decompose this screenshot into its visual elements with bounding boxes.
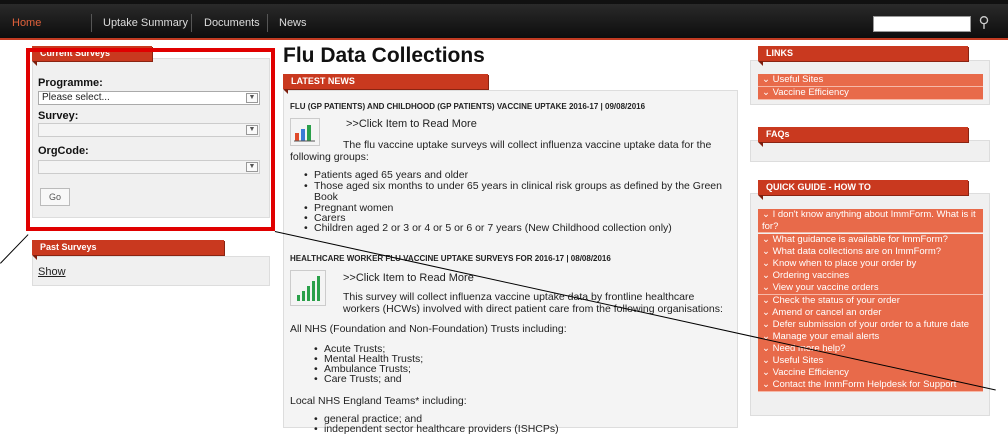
- latest-news-title: LATEST NEWS: [283, 74, 488, 94]
- growth-chart-icon: [290, 270, 326, 306]
- quick-guide-label: Check the status of your order: [772, 294, 900, 306]
- nav-separator: [191, 14, 192, 32]
- news-heading-1[interactable]: FLU (GP PATIENTS) AND CHILDHOOD (GP PATI…: [290, 102, 645, 111]
- read-more-link-1[interactable]: >>Click Item to Read More: [346, 118, 477, 130]
- search-icon[interactable]: ⚲: [974, 13, 994, 33]
- quick-guide-item[interactable]: ⌄ Know when to place your order by: [758, 258, 983, 272]
- quick-guide-label: Useful Sites: [772, 355, 824, 366]
- quick-guide-label: Defer submission of your order to a futu…: [772, 318, 970, 330]
- quick-guide-item[interactable]: ⌄ Contact the ImmForm Helpdesk for Suppo…: [758, 379, 983, 393]
- quick-guide-item[interactable]: ⌄ I don't know anything about ImmForm. W…: [758, 209, 983, 233]
- news-heading-2[interactable]: HEALTHCARE WORKER FLU VACCINE UPTAKE SUR…: [290, 254, 611, 263]
- search-input[interactable]: [873, 16, 971, 32]
- quick-guide-item[interactable]: ⌄ Manage your email alerts: [758, 330, 983, 344]
- top-navigation: Home Uptake Summary Documents News ⚲: [0, 0, 1008, 38]
- quick-guide-label: Manage your email alerts: [772, 330, 880, 342]
- trusts-intro: All NHS (Foundation and Non-Foundation) …: [290, 323, 567, 335]
- annotation-pointer-line: [0, 234, 29, 264]
- quick-guide-label: Contact the ImmForm Helpdesk for Support: [772, 379, 957, 391]
- trust-bullet: Care Trusts; and: [314, 374, 402, 386]
- nav-uptake-summary[interactable]: Uptake Summary: [103, 17, 188, 29]
- local-bullet: independent sector healthcare providers …: [314, 424, 559, 435]
- quick-guide-label: Vaccine Efficiency: [772, 367, 849, 379]
- faqs-panel: [750, 140, 990, 162]
- quick-guide-label: Amend or cancel an order: [772, 306, 882, 318]
- past-surveys-title: Past Surveys: [32, 240, 224, 260]
- quick-guide-item[interactable]: ⌄ What data collections are on ImmForm?: [758, 246, 983, 260]
- page-title: Flu Data Collections: [283, 44, 485, 67]
- link-label: Useful Sites: [772, 74, 824, 85]
- quick-guide-item[interactable]: ⌄ View your vaccine orders: [758, 282, 983, 296]
- quick-guide-title: QUICK GUIDE - HOW TO: [758, 180, 968, 200]
- nav-separator: [91, 14, 92, 32]
- news-intro-1: The flu vaccine uptake surveys will coll…: [290, 139, 712, 163]
- show-past-surveys-link[interactable]: Show: [38, 266, 66, 278]
- quick-guide-item[interactable]: ⌄ Ordering vaccines: [758, 270, 983, 284]
- quick-guide-item[interactable]: ⌄ What guidance is available for ImmForm…: [758, 234, 983, 247]
- news-bullet: Children aged 2 or 3 or 4 or 5 or 6 or 7…: [304, 223, 672, 235]
- local-intro: Local NHS England Teams* including:: [290, 395, 467, 407]
- highlight-box: [26, 48, 275, 231]
- links-title: LINKS: [758, 46, 968, 66]
- quick-guide-label: View your vaccine orders: [772, 282, 879, 294]
- nav-news[interactable]: News: [279, 17, 307, 29]
- quick-guide-label: What guidance is available for ImmForm?: [772, 234, 948, 245]
- quick-guide-label: I don't know anything about ImmForm. Wha…: [762, 209, 976, 232]
- past-surveys-panel: [32, 256, 270, 286]
- quick-guide-label: Know when to place your order by: [772, 258, 917, 270]
- link-useful-sites[interactable]: ⌄ Useful Sites: [758, 74, 983, 87]
- link-label: Vaccine Efficiency: [772, 87, 849, 98]
- quick-guide-item[interactable]: ⌄ Check the status of your order: [758, 294, 983, 308]
- news-bullet: Those aged six months to under 65 years …: [304, 181, 724, 203]
- quick-guide-label: Ordering vaccines: [772, 270, 850, 282]
- nav-home[interactable]: Home: [12, 17, 41, 29]
- quick-guide-item[interactable]: ⌄ Vaccine Efficiency: [758, 367, 983, 381]
- faqs-title[interactable]: FAQs: [758, 127, 968, 147]
- read-more-link-2[interactable]: >>Click Item to Read More: [343, 272, 474, 284]
- quick-guide-label: What data collections are on ImmForm?: [772, 246, 942, 258]
- nav-documents[interactable]: Documents: [204, 17, 260, 29]
- link-vaccine-efficiency[interactable]: ⌄ Vaccine Efficiency: [758, 87, 983, 100]
- quick-guide-item[interactable]: ⌄ Defer submission of your order to a fu…: [758, 318, 983, 332]
- news-intro-2: This survey will collect influenza vacci…: [343, 291, 723, 315]
- nav-accent-bar: [0, 38, 1008, 40]
- quick-guide-item[interactable]: ⌄ Amend or cancel an order: [758, 306, 983, 320]
- nav-separator: [267, 14, 268, 32]
